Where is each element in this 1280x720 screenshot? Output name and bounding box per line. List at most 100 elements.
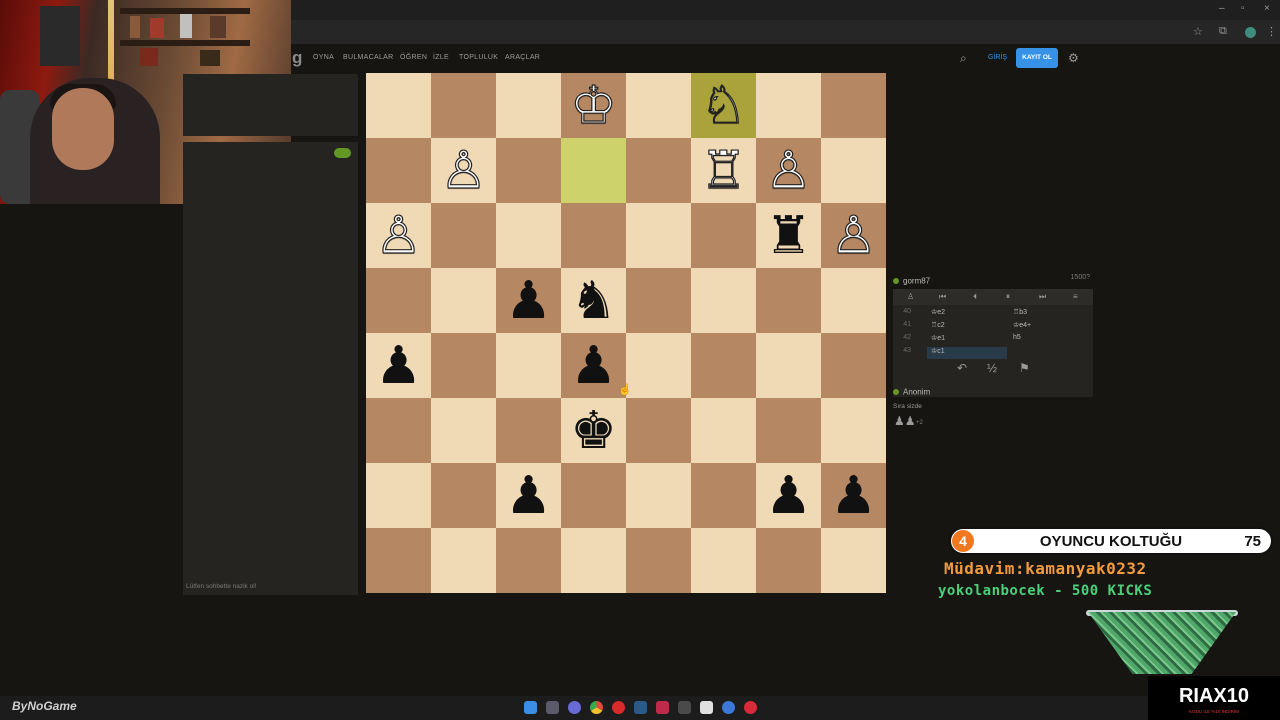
profile-avatar[interactable] — [1245, 27, 1256, 38]
board-square[interactable] — [496, 528, 561, 593]
login-link[interactable]: GİRİŞ — [988, 54, 1007, 61]
white-pawn-piece[interactable]: ♙ — [440, 144, 488, 197]
close-button[interactable]: × — [1264, 3, 1270, 14]
white-rook-piece[interactable]: ♖ — [700, 144, 748, 197]
board-square[interactable] — [626, 398, 691, 463]
last-move-icon[interactable]: ⏭ — [1039, 292, 1046, 302]
nav-learn[interactable]: ÖĞREN — [400, 54, 427, 61]
board-square[interactable] — [431, 203, 496, 268]
board-square[interactable]: ♖ — [691, 138, 756, 203]
board-square[interactable] — [496, 73, 561, 138]
board-square[interactable] — [691, 398, 756, 463]
white-move[interactable]: ♔e2 — [931, 308, 945, 316]
white-pawn-piece[interactable]: ♙ — [830, 209, 878, 262]
board-square[interactable]: ♘ — [691, 73, 756, 138]
board-square[interactable] — [821, 73, 886, 138]
nav-puzzles[interactable]: BULMACALAR — [343, 54, 393, 61]
board-square[interactable] — [431, 268, 496, 333]
move-row[interactable]: 40 ♔e2 ♖b3 — [893, 308, 1093, 321]
board-square[interactable] — [561, 528, 626, 593]
takeback-button[interactable]: ↶ — [957, 361, 967, 375]
board-square[interactable]: ♟ — [821, 463, 886, 528]
board-square[interactable]: ♟ — [366, 333, 431, 398]
search-icon[interactable]: ⌕ — [960, 51, 967, 66]
board-square[interactable] — [561, 463, 626, 528]
board-square[interactable] — [366, 73, 431, 138]
discord-icon[interactable] — [568, 701, 581, 714]
board-square[interactable] — [756, 73, 821, 138]
board-square[interactable] — [431, 528, 496, 593]
board-square[interactable]: ♟ — [496, 268, 561, 333]
resign-flag-button[interactable]: ⚑ — [1019, 361, 1030, 375]
black-pawn-piece[interactable]: ♟ — [505, 470, 552, 522]
puzzle-icon[interactable]: ⧉ — [1219, 25, 1227, 38]
chrome-icon[interactable] — [590, 701, 603, 714]
black-rook-piece[interactable]: ♜ — [765, 210, 812, 262]
bottom-player-name[interactable]: Anonim — [903, 387, 930, 396]
board-square[interactable] — [431, 463, 496, 528]
board-square[interactable] — [756, 268, 821, 333]
board-square[interactable]: ♙ — [821, 203, 886, 268]
board-square[interactable] — [821, 333, 886, 398]
signup-button[interactable]: KAYIT OL — [1016, 48, 1058, 68]
nav-watch[interactable]: İZLE — [433, 54, 449, 61]
board-square[interactable] — [496, 398, 561, 463]
board-square[interactable] — [626, 268, 691, 333]
board-square[interactable] — [626, 73, 691, 138]
black-move[interactable]: ♖b3 — [1013, 308, 1027, 316]
black-king-piece[interactable]: ♚ — [570, 405, 617, 457]
menu-icon[interactable]: ≡ — [1073, 292, 1078, 301]
black-pawn-piece[interactable]: ♟ — [375, 340, 422, 392]
site-logo[interactable]: g — [292, 48, 302, 68]
analysis-icon[interactable]: ♙ — [907, 292, 914, 301]
board-square[interactable] — [626, 528, 691, 593]
board-square[interactable] — [821, 268, 886, 333]
app-icon[interactable] — [656, 701, 669, 714]
calculator-icon[interactable] — [678, 701, 691, 714]
board-square[interactable]: ♟ — [561, 333, 626, 398]
black-pawn-piece[interactable]: ♟ — [570, 340, 617, 392]
board-square[interactable]: ♚ — [561, 398, 626, 463]
nav-play[interactable]: OYNA — [313, 54, 334, 61]
board-square[interactable] — [366, 268, 431, 333]
board-square[interactable] — [626, 463, 691, 528]
chat-toggle[interactable] — [334, 148, 351, 158]
taskview-icon[interactable] — [546, 701, 559, 714]
board-square[interactable] — [366, 528, 431, 593]
move-row-active[interactable]: 43 ♔c1 — [893, 347, 1093, 360]
prev-move-icon[interactable]: ⏴ — [973, 292, 977, 302]
draw-offer-button[interactable]: ½ — [987, 361, 997, 375]
black-pawn-piece[interactable]: ♟ — [765, 470, 812, 522]
board-square[interactable] — [691, 528, 756, 593]
board-square[interactable]: ♜ — [756, 203, 821, 268]
board-square[interactable] — [691, 268, 756, 333]
black-pawn-piece[interactable]: ♟ — [505, 275, 552, 327]
white-pawn-piece[interactable]: ♙ — [765, 144, 813, 197]
black-knight-piece[interactable]: ♞ — [570, 275, 617, 327]
board-square[interactable] — [366, 463, 431, 528]
opera-icon[interactable] — [612, 701, 625, 714]
board-square[interactable] — [561, 203, 626, 268]
board-square[interactable] — [821, 138, 886, 203]
board-square[interactable] — [626, 138, 691, 203]
gear-icon[interactable]: ⚙ — [1068, 51, 1079, 65]
capcut-icon[interactable] — [700, 701, 713, 714]
steam-icon[interactable] — [634, 701, 647, 714]
board-square[interactable] — [496, 333, 561, 398]
chess-board[interactable]: ♔ ♘ ♙ ♖ ♙ ♙ ♜ ♙ ♟ ♞ ♟ ♟ ♚ ♟ ♟ ♟ — [366, 73, 886, 593]
browser-icon[interactable] — [722, 701, 735, 714]
browser-menu-icon[interactable]: ⋮ — [1266, 25, 1277, 38]
board-square[interactable]: ♔ — [561, 73, 626, 138]
white-king-piece[interactable]: ♔ — [570, 79, 618, 132]
nav-community[interactable]: TOPLULUK — [459, 54, 498, 61]
board-square[interactable] — [756, 398, 821, 463]
board-square[interactable] — [431, 398, 496, 463]
maximize-button[interactable]: ▫ — [1241, 3, 1245, 14]
board-square[interactable] — [691, 463, 756, 528]
board-square[interactable] — [496, 203, 561, 268]
board-square[interactable]: ♙ — [756, 138, 821, 203]
board-square[interactable]: ♟ — [496, 463, 561, 528]
media-icon[interactable] — [744, 701, 757, 714]
first-move-icon[interactable]: ⏮ — [939, 292, 946, 302]
move-row[interactable]: 42 ♔e1 h5 — [893, 334, 1093, 347]
